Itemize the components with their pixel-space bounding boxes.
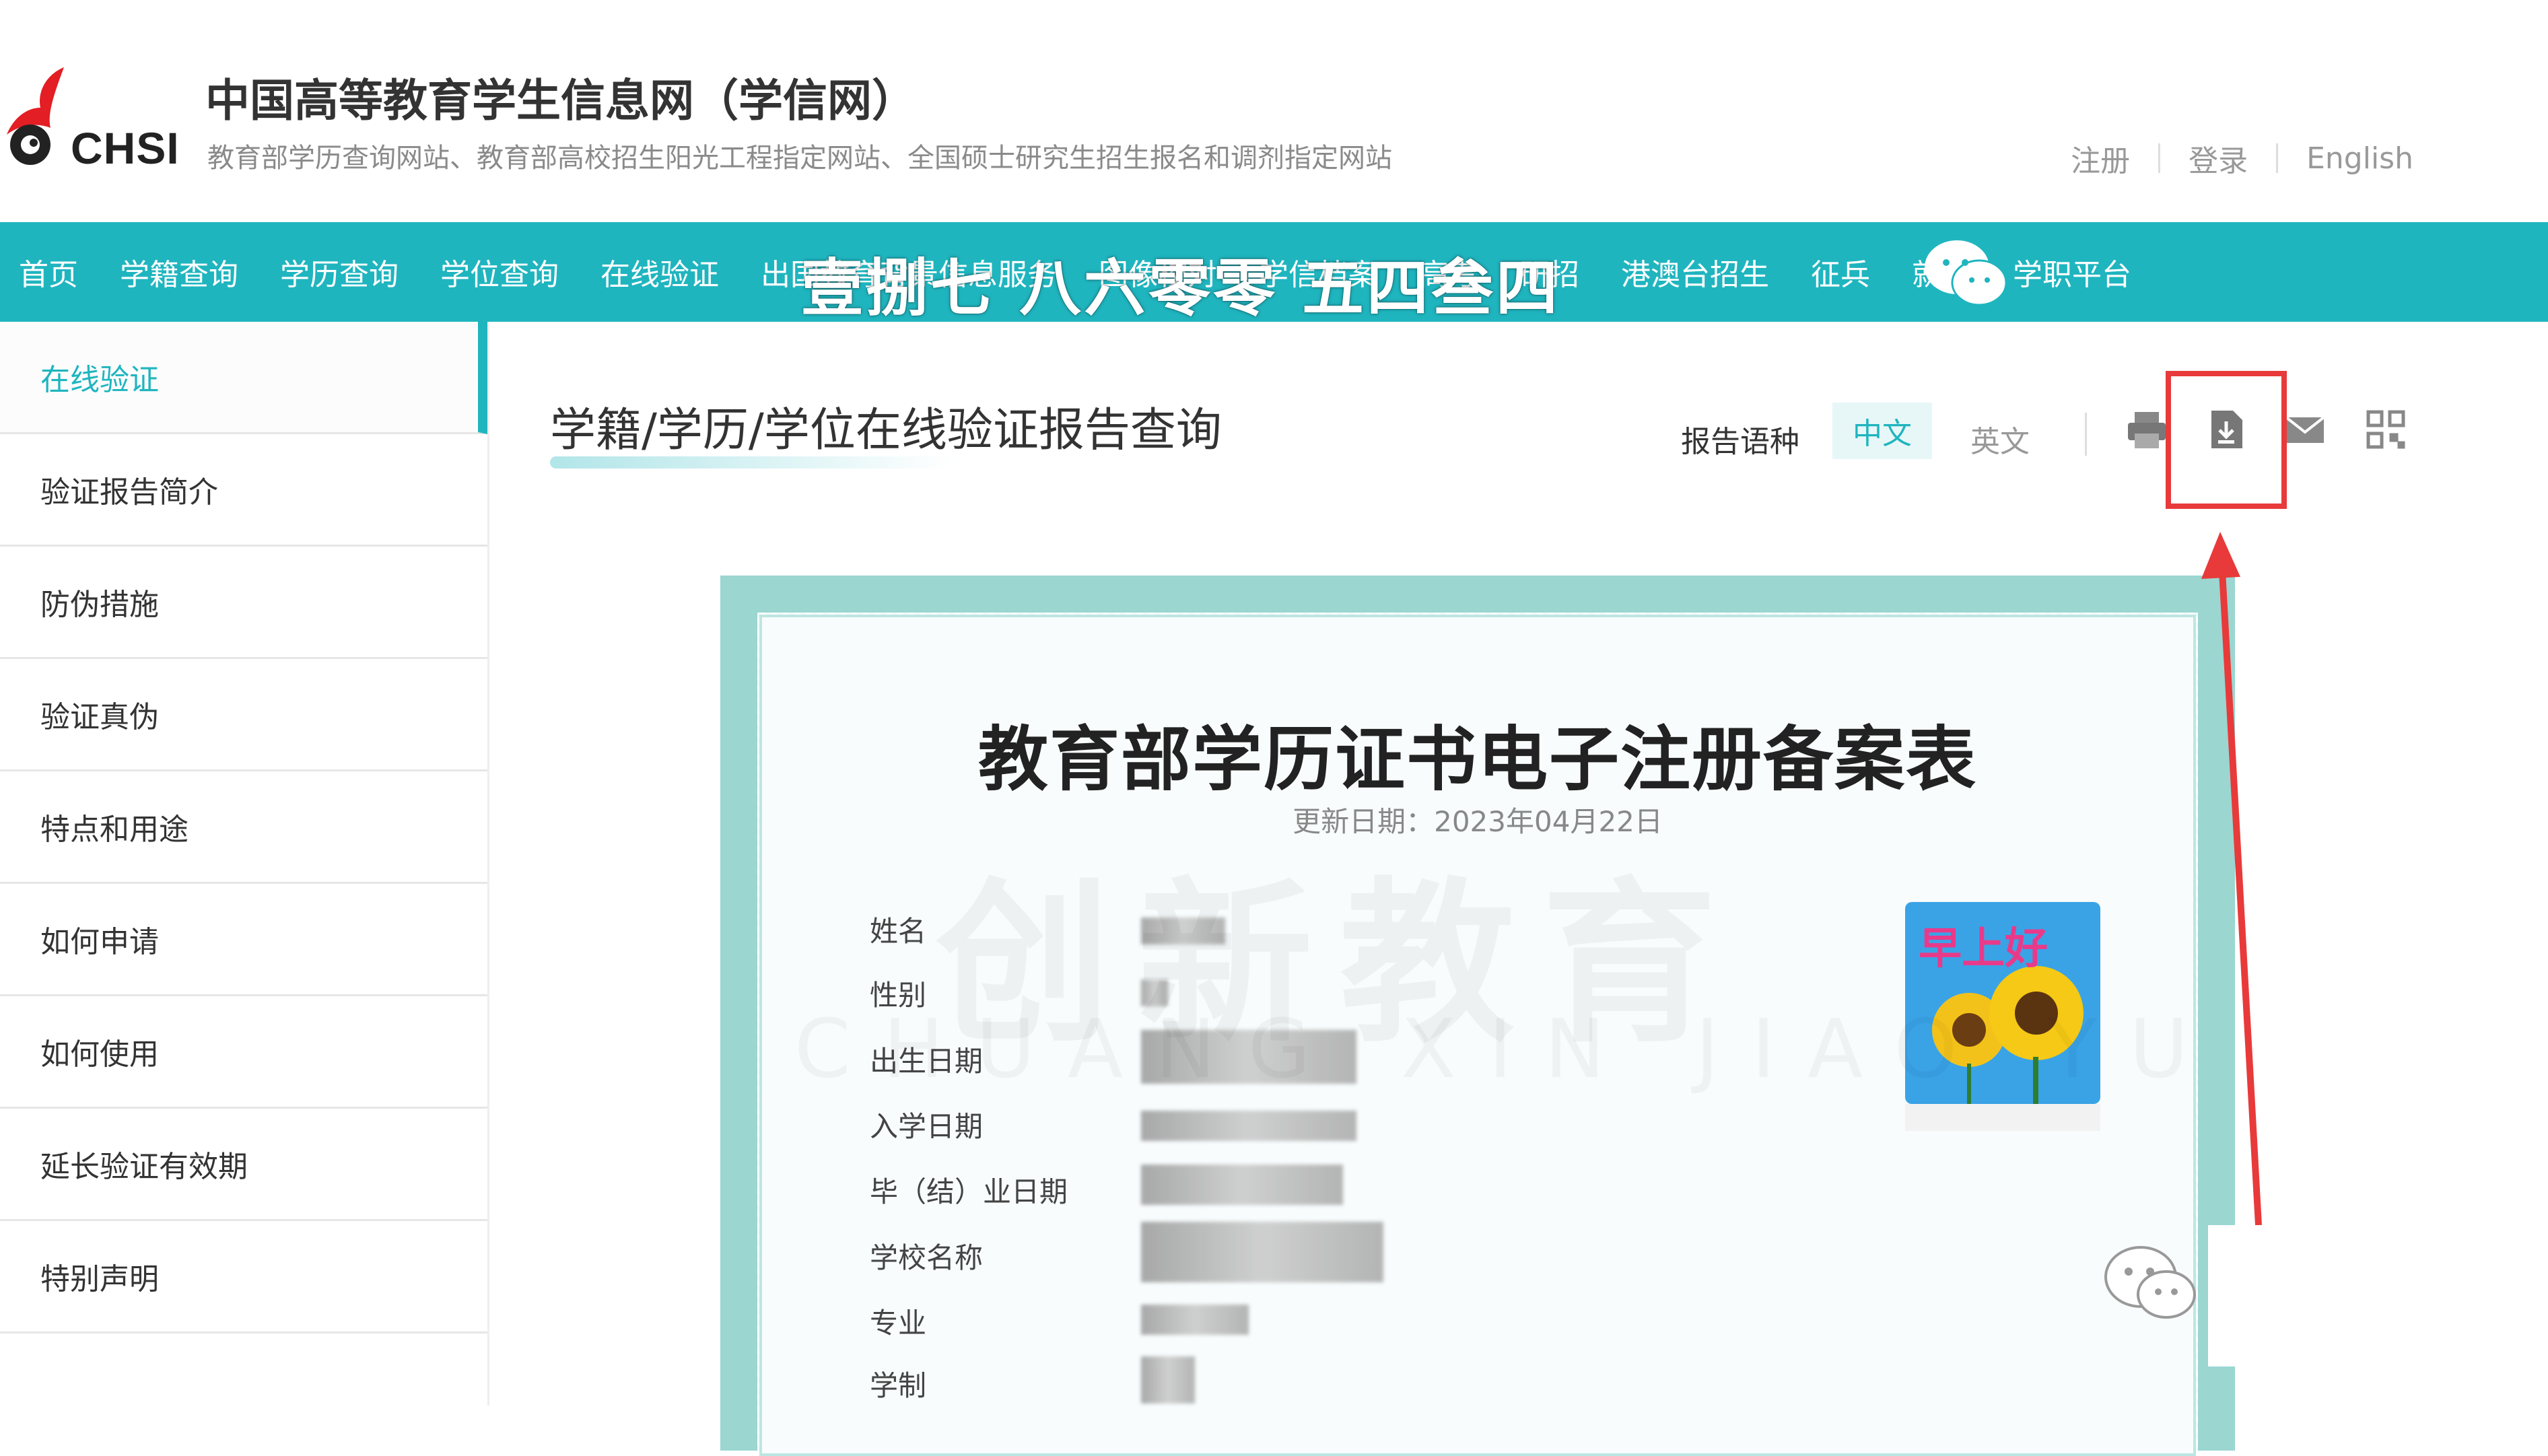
field-name-label: 姓名 [870, 915, 927, 948]
bird-logo-icon [7, 67, 64, 165]
login-link[interactable]: 登录 [2189, 137, 2248, 180]
lang-english-button[interactable]: 英文 [1970, 417, 2030, 460]
site-header: CHSI 中国高等教育学生信息网（学信网） 教育部学历查询网站、教育部高校招生阳… [0, 0, 2548, 222]
watermark-pinyin: CHUANG XIN JIAO YU [794, 1003, 2221, 1097]
field-major-label: 专业 [870, 1307, 927, 1340]
nav-item-home[interactable]: 首页 [19, 250, 78, 293]
site-subtitle: 教育部学历查询网站、教育部高校招生阳光工程指定网站、全国硕士研究生招生报名和调剂… [207, 143, 1392, 174]
overlay-contact-text: 壹捌七 八六零零 五四叁四 [801, 252, 1561, 324]
sidebar-item-how-use[interactable]: 如何使用 [0, 996, 487, 1109]
sidebar-item-how-apply[interactable]: 如何申请 [0, 884, 487, 996]
redacted-value [1141, 1165, 1343, 1205]
sidebar-item-verify-real[interactable]: 验证真伪 [0, 659, 487, 771]
wechat-icon [1922, 237, 2009, 314]
redacted-value [1141, 1305, 1249, 1335]
title-underline [550, 456, 954, 469]
print-icon[interactable] [2125, 408, 2168, 451]
certificate-title: 教育部学历证书电子注册备案表 [977, 718, 1977, 800]
sidebar-item-features[interactable]: 特点和用途 [0, 771, 487, 884]
logo-text: CHSI [71, 123, 180, 173]
divider [2276, 143, 2279, 173]
blank-area [2208, 1225, 2471, 1366]
lang-chinese-button[interactable]: 中文 [1832, 403, 1932, 459]
field-enroll-date-label: 入学日期 [870, 1110, 984, 1143]
qrcode-icon[interactable] [2364, 408, 2407, 451]
register-link[interactable]: 注册 [2071, 137, 2130, 180]
nav-item-xueli[interactable]: 学历查询 [280, 250, 399, 293]
photo-greeting-text: 早上好 [1919, 924, 2048, 974]
nav-item-gangaotai[interactable]: 港澳台招生 [1621, 250, 1769, 293]
sidebar-item-online-verify[interactable]: 在线验证 [0, 322, 487, 434]
sidebar-item-statement[interactable]: 特别声明 [0, 1221, 487, 1333]
wechat-icon [2100, 1242, 2201, 1325]
sidebar-item-anti-fake[interactable]: 防伪措施 [0, 547, 487, 659]
nav-item-xuezhi[interactable]: 学职平台 [2013, 250, 2131, 293]
nav-item-xuewei[interactable]: 学位查询 [440, 250, 559, 293]
redacted-value [1141, 1222, 1383, 1282]
divider [2158, 143, 2161, 173]
nav-item-online-verify[interactable]: 在线验证 [600, 250, 719, 293]
sidebar-item-extend[interactable]: 延长验证有效期 [0, 1109, 487, 1221]
download-highlight-box [2166, 371, 2287, 509]
divider [2085, 413, 2087, 456]
redacted-value [1141, 1356, 1195, 1403]
redacted-value [1141, 1111, 1356, 1141]
field-school-label: 学校名称 [870, 1241, 984, 1274]
report-language-label: 报告语种 [1681, 425, 1799, 459]
nav-item-zhengbing[interactable]: 征兵 [1811, 250, 1870, 293]
nav-item-xueji[interactable]: 学籍查询 [120, 250, 238, 293]
site-title: 中国高等教育学生信息网（学信网） [205, 75, 916, 127]
top-links: 注册 登录 English [2071, 137, 2413, 180]
page-title: 学籍/学历/学位在线验证报告查询 [550, 404, 1222, 457]
field-duration-label: 学制 [870, 1369, 927, 1402]
field-graduation-date-label: 毕（结）业日期 [870, 1175, 1068, 1208]
mail-icon[interactable] [2283, 408, 2327, 451]
chsi-logo[interactable]: CHSI [0, 61, 182, 188]
sidebar: 在线验证 验证报告简介 防伪措施 验证真伪 特点和用途 如何申请 如何使用 延长… [0, 322, 489, 1406]
sidebar-item-report-intro[interactable]: 验证报告简介 [0, 434, 487, 547]
english-link[interactable]: English [2306, 141, 2413, 176]
